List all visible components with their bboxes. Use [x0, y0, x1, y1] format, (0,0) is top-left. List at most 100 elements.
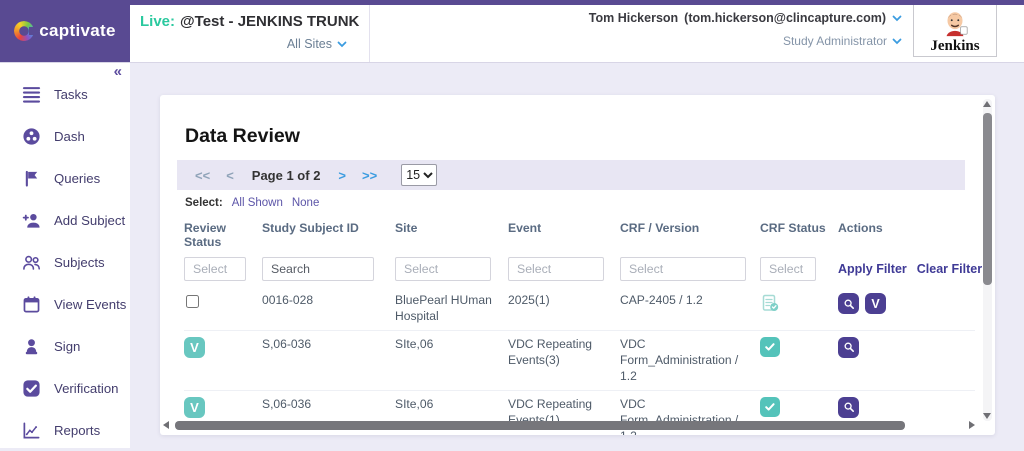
view-icon[interactable]	[838, 396, 859, 418]
scroll-up-icon[interactable]	[983, 101, 991, 107]
event-cell: VDC Repeating Events(3)	[508, 336, 593, 367]
event-cell: 2025(1)	[508, 293, 550, 307]
subject-id-cell: S,06-036	[262, 336, 312, 351]
pagination-prev-button[interactable]: <	[226, 168, 234, 183]
sidebar-item-sign[interactable]: Sign	[0, 325, 130, 367]
sidebar-item-view-events[interactable]: View Events	[0, 283, 130, 325]
sidebar-item-add-subject[interactable]: Add Subject	[0, 199, 130, 241]
sidebar-item-queries[interactable]: Queries	[0, 157, 130, 199]
pagination-next-button[interactable]: >	[338, 168, 346, 183]
event-filter-input[interactable]	[508, 257, 604, 281]
top-header: captivate Live: @Test - JENKINS TRUNK Al…	[0, 0, 1024, 63]
apply-filter-button[interactable]: Apply Filter	[838, 262, 907, 276]
crf-status-cell	[760, 293, 838, 318]
jenkins-label: Jenkins	[930, 37, 980, 54]
pagination-bar: << < Page 1 of 2 > >> 15	[177, 160, 965, 190]
subjects-icon	[21, 252, 41, 272]
env-label: Live:	[140, 13, 176, 30]
verified-badge: V	[184, 336, 205, 358]
select-none-link[interactable]: None	[292, 197, 320, 209]
sidebar-item-label: Queries	[54, 170, 101, 186]
sidebar-item-label: Dash	[54, 128, 85, 144]
study-selector-section: Live: @Test - JENKINS TRUNK All Sites	[130, 5, 370, 62]
user-dropdown[interactable]: Tom Hickerson (tom.hickerson@clincapture…	[589, 11, 902, 25]
sidebar-item-label: Sign	[54, 338, 81, 354]
table-header-row: Review Status Study Subject ID Site Even…	[184, 217, 975, 251]
collapse-sidebar-icon[interactable]: «	[114, 63, 122, 80]
clear-filter-button[interactable]: Clear Filter	[917, 262, 982, 276]
row-select-checkbox[interactable]	[186, 295, 199, 308]
column-header-crf-status[interactable]: CRF Status	[760, 221, 838, 249]
select-label: Select:	[185, 197, 223, 209]
column-header-actions[interactable]: Actions	[838, 221, 968, 249]
sidebar-item-tasks[interactable]: Tasks	[0, 73, 130, 115]
table-filter-row: Apply Filter Clear Filter	[184, 257, 982, 281]
sites-dropdown[interactable]: All Sites	[140, 37, 357, 51]
sidebar-item-reports[interactable]: Reports	[0, 409, 130, 451]
pagination-last-button[interactable]: >>	[362, 168, 377, 183]
review-status-filter-input[interactable]	[184, 257, 246, 281]
app-logo: captivate	[0, 0, 130, 62]
select-all-shown-link[interactable]: All Shown	[232, 197, 283, 209]
crf-status-cell	[760, 336, 838, 357]
crf-status-cell	[760, 396, 838, 417]
study-dropdown[interactable]: Live: @Test - JENKINS TRUNK	[140, 13, 360, 30]
sidebar-item-label: Verification	[54, 380, 119, 396]
actions-cell: V	[838, 293, 968, 314]
scroll-left-icon[interactable]	[163, 421, 169, 429]
subject-id-cell: 0016-028	[262, 293, 314, 307]
check-badge-icon	[760, 396, 780, 417]
column-header-review-status[interactable]: Review Status	[184, 221, 262, 249]
actions-cell	[838, 396, 968, 418]
verify-icon[interactable]: V	[865, 293, 886, 314]
page-title: Data Review	[185, 125, 300, 147]
sidebar: « Tasks Dash Queries Add Subject Subject…	[0, 62, 130, 448]
user-email: (tom.hickerson@clincapture.com)	[684, 11, 886, 25]
sidebar-item-label: Tasks	[54, 86, 88, 102]
view-icon[interactable]	[838, 293, 859, 314]
crf-version-cell: CAP-2405 / 1.2	[620, 293, 703, 307]
logo-text: captivate	[39, 21, 116, 40]
user-name: Tom Hickerson	[588, 11, 679, 25]
scroll-right-icon[interactable]	[969, 421, 975, 429]
captivate-logo-icon	[14, 21, 37, 41]
view-icon[interactable]	[838, 336, 859, 358]
site-cell: SIte,06	[395, 396, 434, 411]
site-filter-input[interactable]	[395, 257, 491, 281]
column-header-crf-version[interactable]: CRF / Version	[620, 221, 760, 249]
crf-status-filter-input[interactable]	[760, 257, 816, 281]
scroll-down-icon[interactable]	[983, 413, 991, 419]
horizontal-scrollbar[interactable]	[163, 421, 975, 430]
tasks-icon	[21, 84, 41, 104]
user-section: Tom Hickerson (tom.hickerson@clincapture…	[589, 11, 902, 48]
chevron-down-icon	[337, 41, 347, 47]
role-dropdown[interactable]: Study Administrator	[589, 34, 902, 48]
top-accent-strip	[0, 0, 1024, 5]
sidebar-item-dash[interactable]: Dash	[0, 115, 130, 157]
horizontal-scrollbar-thumb[interactable]	[175, 421, 905, 430]
add-subject-icon	[21, 210, 41, 230]
actions-cell	[838, 336, 968, 358]
chevron-down-icon	[892, 15, 902, 21]
check-badge-icon	[760, 336, 780, 357]
pagination-label: Page 1 of 2	[251, 167, 321, 183]
study-name: @Test - JENKINS TRUNK	[180, 13, 360, 30]
sidebar-item-verification[interactable]: Verification	[0, 367, 130, 409]
column-header-site[interactable]: Site	[395, 221, 508, 249]
vertical-scrollbar[interactable]	[982, 99, 993, 421]
pagination-first-button[interactable]: <<	[195, 168, 210, 183]
reports-icon	[21, 420, 41, 440]
vertical-scrollbar-thumb[interactable]	[983, 113, 992, 285]
study-subject-id-filter-input[interactable]	[262, 257, 374, 281]
sign-icon	[21, 336, 41, 356]
column-header-study-subject-id[interactable]: Study Subject ID	[262, 221, 395, 249]
sidebar-item-label: View Events	[54, 296, 127, 312]
user-role: Study Administrator	[782, 34, 887, 48]
site-cell: BluePearl HUman Hospital	[395, 293, 492, 323]
column-header-event[interactable]: Event	[508, 221, 620, 249]
table-row: 0016-028 BluePearl HUman Hospital 2025(1…	[184, 287, 975, 331]
page-size-select[interactable]: 15	[401, 164, 438, 186]
crf-version-filter-input[interactable]	[620, 257, 746, 281]
clipboard-check-icon	[762, 294, 779, 311]
sidebar-item-subjects[interactable]: Subjects	[0, 241, 130, 283]
